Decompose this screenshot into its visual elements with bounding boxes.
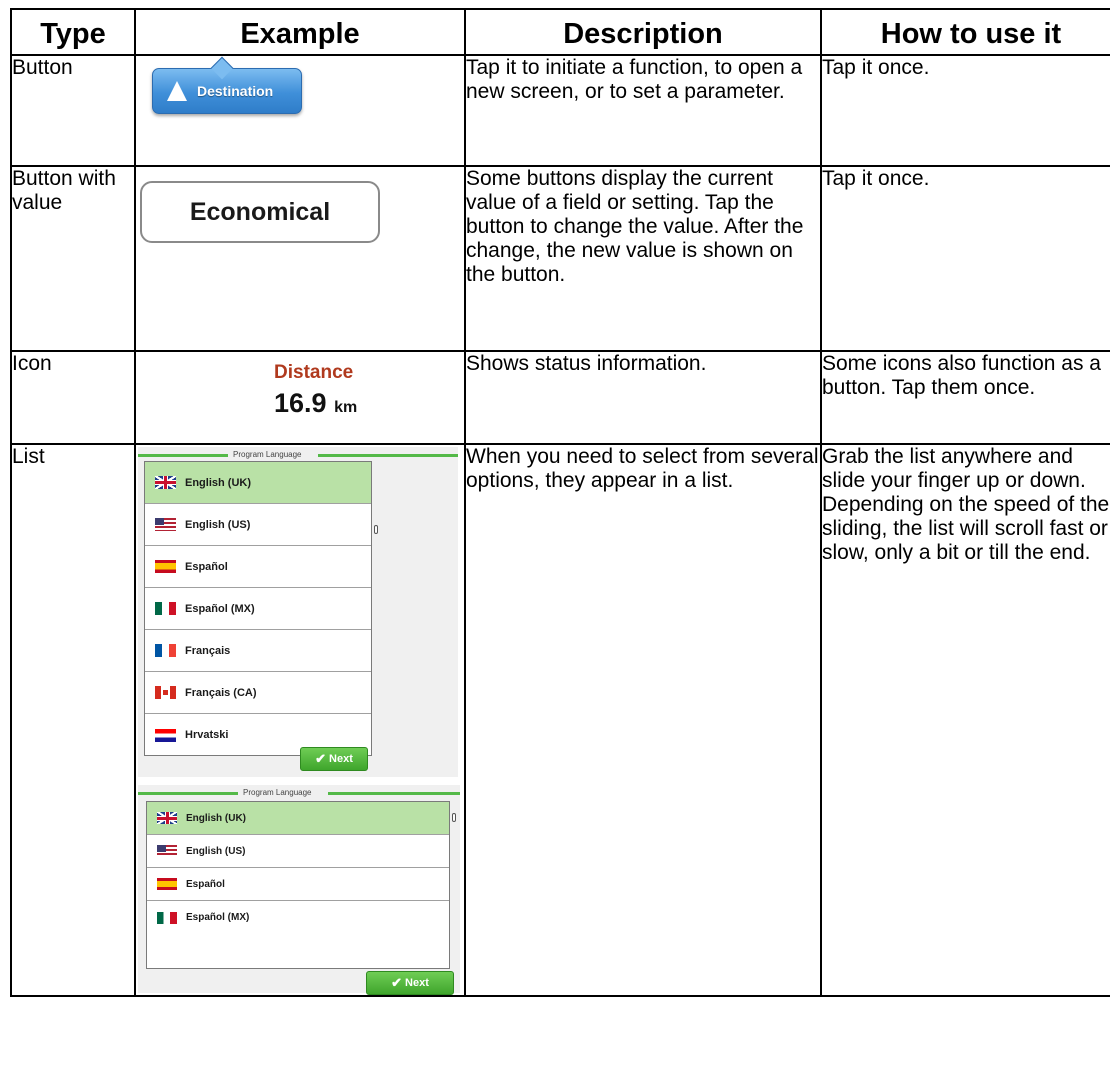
list-item[interactable]: Español (MX): [147, 901, 449, 934]
ui-elements-table: Type Example Description How to use it B…: [10, 8, 1110, 997]
cell-example: Distance 16.9 km: [134, 350, 466, 445]
list-item-label: English (US): [185, 518, 251, 531]
mexico-flag-icon: [157, 911, 177, 924]
list-item-label: Español: [186, 878, 225, 890]
list-item-label: English (US): [186, 845, 246, 857]
panel-title: Program Language: [233, 450, 302, 459]
list-item[interactable]: Français (CA): [145, 672, 371, 714]
distance-value: 16.9: [274, 388, 327, 418]
list-item-label: English (UK): [186, 812, 246, 824]
list-item-label: Hrvatski: [185, 729, 229, 741]
list-item[interactable]: Español: [145, 546, 371, 588]
destination-label: Destination: [197, 83, 274, 99]
distance-icon[interactable]: Distance 16.9 km: [136, 352, 464, 443]
economical-button[interactable]: Economical: [140, 181, 380, 243]
panel-title-bar: Program Language: [138, 450, 458, 460]
cell-how-to-use: Grab the list anywhere and slide your fi…: [820, 443, 1110, 997]
canada-flag-icon: [155, 686, 176, 699]
cell-description: Shows status information.: [464, 350, 822, 445]
document-page: Type Example Description How to use it B…: [0, 0, 1110, 1068]
cell-description: Some buttons display the current value o…: [464, 165, 822, 352]
list-item-label: Español (MX): [186, 912, 250, 923]
checkmark-icon: ✔: [391, 975, 403, 990]
language-list[interactable]: English (UK) English (US) Español Españo…: [146, 801, 450, 969]
cell-type: Button: [10, 54, 136, 167]
arrow-up-icon: [167, 81, 187, 101]
cell-how-to-use: Tap it once.: [820, 54, 1110, 167]
list-item[interactable]: English (UK): [145, 462, 371, 504]
cell-description: Tap it to initiate a function, to open a…: [464, 54, 822, 167]
cell-example: Program Language English (UK) English (U…: [134, 443, 466, 997]
header-how-to-use: How to use it: [820, 8, 1110, 56]
list-item[interactable]: English (US): [145, 504, 371, 546]
list-item[interactable]: Español (MX): [145, 588, 371, 630]
scrollbar-thumb[interactable]: [452, 813, 456, 822]
distance-value-group: 16.9 km: [274, 388, 357, 419]
scrollbar-thumb[interactable]: [374, 525, 378, 534]
header-description: Description: [464, 8, 822, 56]
header-example: Example: [134, 8, 466, 56]
list-item-label: English (UK): [185, 476, 251, 489]
list-item-label: Français: [185, 644, 231, 657]
language-list-panel: Program Language English (UK) English (U…: [138, 785, 460, 995]
list-item-label: Français (CA): [185, 686, 257, 699]
checkmark-icon: ✔: [315, 751, 327, 766]
list-item[interactable]: Español: [147, 868, 449, 901]
panel-title: Program Language: [243, 788, 312, 797]
list-item[interactable]: English (US): [147, 835, 449, 868]
panel-title-bar: Program Language: [138, 788, 460, 798]
list-item[interactable]: Français: [145, 630, 371, 672]
france-flag-icon: [155, 644, 176, 657]
list-item[interactable]: English (UK): [147, 802, 449, 835]
uk-flag-icon: [157, 812, 177, 824]
list-item-label: Español: [185, 560, 228, 573]
spain-flag-icon: [155, 560, 176, 573]
destination-button[interactable]: Destination: [152, 56, 302, 114]
uk-flag-icon: [155, 476, 176, 489]
cell-how-to-use: Tap it once.: [820, 165, 1110, 352]
table-row: Button Destination Tap it to initiate a …: [10, 54, 1110, 167]
cell-example: Economical: [134, 165, 466, 352]
header-row: Type Example Description How to use it: [10, 8, 1110, 56]
cell-description: When you need to select from several opt…: [464, 443, 822, 997]
language-list[interactable]: English (UK) English (US) Español Españo…: [144, 461, 372, 756]
header-type: Type: [10, 8, 136, 56]
distance-unit: km: [334, 399, 358, 416]
list-item-label: Español (MX): [185, 602, 255, 615]
cell-how-to-use: Some icons also function as a button. Ta…: [820, 350, 1110, 445]
next-button[interactable]: ✔ Next: [300, 747, 368, 771]
table-row: List Program Language English (UK) Engli…: [10, 443, 1110, 997]
cell-type: List: [10, 443, 136, 997]
next-label: Next: [405, 977, 429, 989]
cell-type: Icon: [10, 350, 136, 445]
table-row: Button with value Economical Some button…: [10, 165, 1110, 352]
mexico-flag-icon: [155, 602, 176, 615]
us-flag-icon: [157, 845, 177, 857]
next-button[interactable]: ✔ Next: [366, 971, 454, 995]
croatia-flag-icon: [155, 728, 176, 742]
table-row: Icon Distance 16.9 km Shows status infor…: [10, 350, 1110, 445]
next-label: Next: [329, 753, 353, 765]
language-list-panel: Program Language English (UK) English (U…: [138, 447, 458, 777]
spain-flag-icon: [157, 878, 177, 890]
distance-label: Distance: [274, 362, 354, 383]
cell-example: Destination: [134, 54, 466, 167]
cell-type: Button with value: [10, 165, 136, 352]
us-flag-icon: [155, 518, 176, 531]
button-notch: [210, 56, 234, 80]
